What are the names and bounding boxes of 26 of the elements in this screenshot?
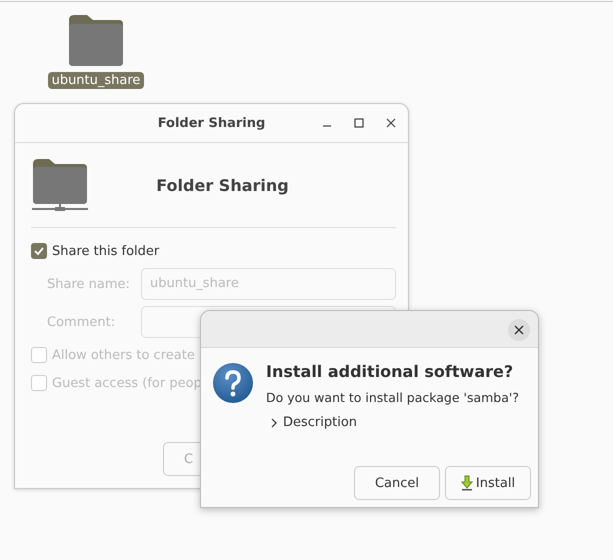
folder-icon[interactable]: [67, 14, 125, 68]
close-icon[interactable]: [386, 118, 396, 128]
window-title: Folder Sharing: [158, 116, 266, 130]
dialog-title: Install additional software?: [266, 362, 514, 381]
checkbox[interactable]: [31, 243, 47, 259]
checkbox[interactable]: [31, 375, 47, 391]
question-icon: [212, 362, 254, 404]
dialog-message: Do you want to install package 'samba'?: [266, 390, 519, 405]
install-button[interactable]: Install: [445, 466, 531, 500]
checkbox-label: Share this folder: [52, 244, 160, 258]
field-label: Share name:: [47, 276, 131, 292]
close-button[interactable]: [508, 319, 530, 341]
maximize-icon[interactable]: [354, 118, 364, 128]
checkbox-label: Allow others to create: [52, 348, 195, 362]
shared-folder-icon: [31, 158, 89, 212]
heading: Folder Sharing: [155, 176, 290, 194]
field-label: Comment:: [47, 314, 116, 330]
folder-label[interactable]: ubuntu_share: [48, 72, 144, 89]
checkbox[interactable]: [31, 347, 47, 363]
chevron-icon: [270, 418, 278, 428]
download-icon: [460, 475, 473, 491]
cancel-button[interactable]: Cancel: [354, 466, 440, 500]
description-expander[interactable]: Description: [266, 415, 519, 430]
close-icon: [514, 325, 524, 335]
checkbox-label: Guest access (for peop: [52, 376, 202, 390]
checkmark-icon: [33, 245, 45, 257]
